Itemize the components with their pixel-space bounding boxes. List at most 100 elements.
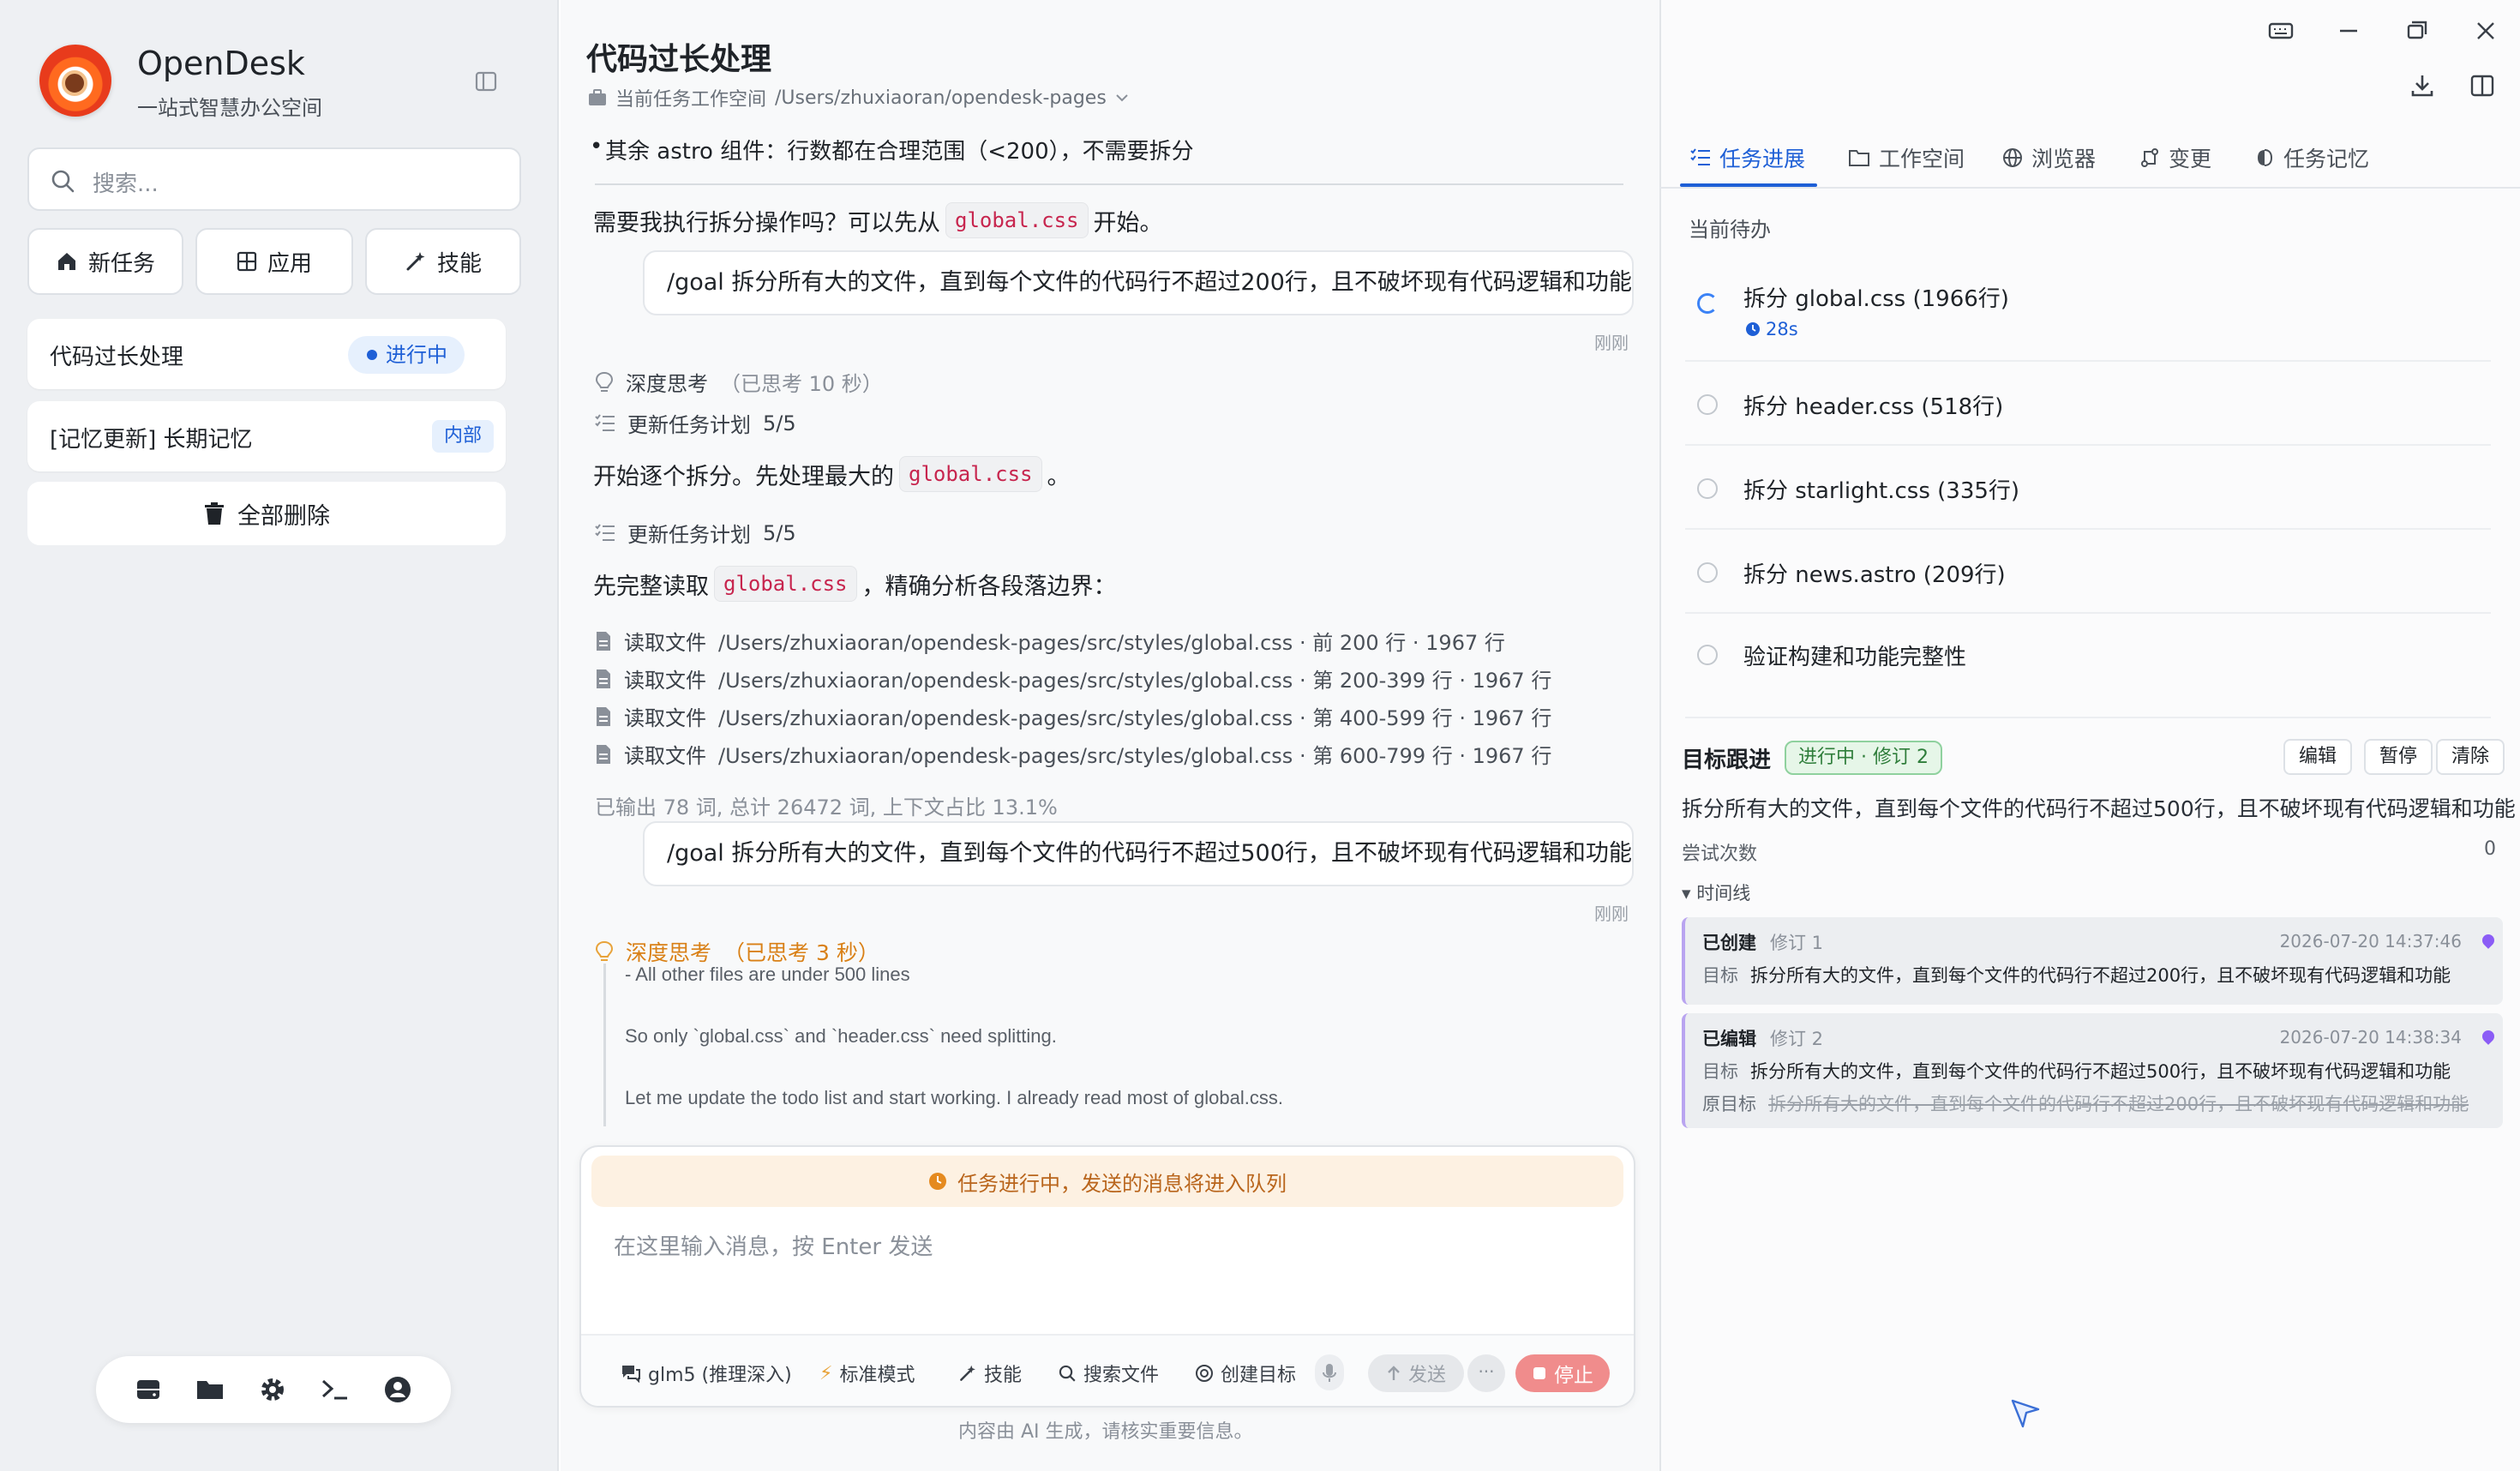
timeline-goal-label: 目标 (1702, 1061, 1738, 1082)
message-input[interactable]: 在这里输入消息，按 Enter 发送 (614, 1229, 933, 1261)
plan-update-row[interactable]: 更新任务计划 5/5 (595, 518, 796, 548)
task-item-memory[interactable]: [记忆更新] 长期记忆 内部 (27, 401, 506, 471)
message-text: 开始逐个拆分。先处理最大的 (593, 463, 894, 490)
inline-code: global.css (899, 456, 1042, 492)
search-icon (1059, 1365, 1076, 1382)
edit-goal-button[interactable]: 编辑 (2283, 739, 2353, 775)
lightbulb-icon (595, 371, 614, 392)
download-icon[interactable] (2405, 69, 2439, 103)
checklist-icon (595, 413, 615, 431)
clear-goal-button[interactable]: 清除 (2436, 739, 2505, 775)
thinking-duration: （已思考 10 秒） (720, 372, 883, 396)
timeline-toggle[interactable]: ▾ 时间线 (1682, 880, 1750, 905)
delete-all-button[interactable]: 全部删除 (27, 482, 506, 545)
tab-workspace[interactable]: 工作空间 (1848, 142, 1965, 173)
tab-changes[interactable]: 变更 (2139, 142, 2211, 173)
terminal-icon[interactable] (321, 1378, 350, 1402)
folder-icon (1849, 150, 1869, 166)
read-file-label: 读取文件 (624, 744, 706, 768)
thinking-label: 深度思考 (626, 940, 712, 965)
timeline-revision: 修订 1 (1770, 933, 1824, 953)
more-options-button[interactable]: ··· (1467, 1354, 1505, 1392)
model-selector[interactable]: glm5 (推理深入) (621, 1360, 792, 1387)
tab-label: 工作空间 (1879, 147, 1965, 171)
todo-elapsed: 28s (1745, 319, 1798, 339)
panel-toggle-icon[interactable] (2465, 69, 2499, 103)
user-avatar-icon[interactable] (384, 1376, 411, 1403)
token-stats: 已输出 78 词, 总计 26472 词, 上下文占比 13.1% (595, 796, 1058, 820)
lightning-icon: ⚡ (819, 1362, 833, 1384)
workspace-label: 当前任务工作空间 (615, 89, 767, 111)
clock-icon (1746, 322, 1760, 336)
new-task-label: 新任务 (87, 250, 155, 277)
read-file-detail: /Users/zhuxiaoran/opendesk-pages/src/sty… (718, 706, 1552, 730)
assistant-message: 开始逐个拆分。先处理最大的 global.css 。 (593, 456, 1071, 492)
task-item-current[interactable]: 代码过长处理 进行中 (27, 319, 506, 389)
todo-text: 拆分 header.css (518行) (1743, 394, 2004, 420)
mode-selector[interactable]: ⚡ 标准模式 (819, 1360, 915, 1387)
bottom-toolbar (96, 1356, 451, 1423)
message-timestamp: 刚刚 (1594, 333, 1629, 353)
read-file-row[interactable]: 读取文件 /Users/zhuxiaoran/opendesk-pages/sr… (595, 701, 1551, 731)
todo-text: 验证构建和功能完整性 (1743, 645, 1967, 670)
tab-task-memory[interactable]: 任务记忆 (2254, 142, 2369, 173)
send-label: 发送 (1407, 1365, 1446, 1386)
stop-button[interactable]: 停止 (1515, 1354, 1610, 1392)
create-goal-label: 创建目标 (1221, 1365, 1297, 1386)
plan-update-row[interactable]: 更新任务计划 5/5 (595, 408, 796, 438)
new-task-button[interactable]: 新任务 (27, 228, 183, 295)
sidebar-toggle-icon[interactable] (475, 70, 502, 98)
thinking-row-active[interactable]: 深度思考 （已思考 3 秒） (595, 936, 879, 967)
gear-icon[interactable] (259, 1376, 286, 1403)
apps-button[interactable]: 应用 (195, 228, 353, 295)
message-text: ，精确分析各段落边界： (861, 573, 1117, 600)
send-button[interactable]: 发送 (1368, 1354, 1464, 1392)
inline-code: global.css (945, 202, 1089, 238)
create-goal-button[interactable]: 创建目标 (1195, 1360, 1296, 1387)
user-goal-message: /goal 拆分所有大的文件，直到每个文件的代码行不超过200行，且不破坏现有代… (643, 250, 1634, 315)
divider (595, 183, 1623, 185)
home-icon (57, 253, 75, 270)
minimize-icon[interactable] (2331, 14, 2366, 48)
file-icon (597, 631, 610, 651)
restore-icon[interactable] (2400, 14, 2434, 48)
search-files-label: 搜索文件 (1083, 1365, 1160, 1386)
keyboard-icon[interactable] (2263, 14, 2297, 48)
search-input[interactable]: 搜索... (27, 147, 521, 211)
skills-button[interactable]: 技能 (365, 228, 521, 295)
storage-icon[interactable] (135, 1377, 161, 1402)
clock-icon (929, 1173, 946, 1190)
task-title: [记忆更新] 长期记忆 (50, 427, 253, 453)
read-file-row[interactable]: 读取文件 /Users/zhuxiaoran/opendesk-pages/sr… (595, 739, 1551, 769)
app-subtitle: 一站式智慧办公空间 (137, 96, 322, 120)
thinking-row[interactable]: 深度思考 （已思考 10 秒） (595, 367, 883, 397)
sidebar (0, 0, 559, 1471)
search-files-button[interactable]: 搜索文件 (1058, 1360, 1159, 1387)
close-icon[interactable] (2469, 14, 2503, 48)
read-file-row[interactable]: 读取文件 /Users/zhuxiaoran/opendesk-pages/sr… (595, 663, 1551, 693)
thinking-line: So only `global.css` and `header.css` ne… (625, 1025, 1057, 1047)
pause-goal-button[interactable]: 暂停 (2364, 739, 2433, 775)
skills-selector[interactable]: 技能 (958, 1360, 1022, 1387)
goal-tracking-title: 目标跟进 (1682, 748, 1772, 773)
read-file-label: 读取文件 (624, 706, 706, 730)
trash-icon (205, 502, 224, 525)
microphone-icon[interactable] (1315, 1354, 1344, 1390)
delete-all-label: 全部删除 (237, 502, 330, 530)
timeline-goal: 拆分所有大的文件，直到每个文件的代码行不超过500行，且不破坏现有代码逻辑和功能 (1750, 1061, 2451, 1082)
workspace-selector[interactable]: 当前任务工作空间 /Users/zhuxiaoran/opendesk-page… (588, 84, 1129, 111)
read-file-row[interactable]: 读取文件 /Users/zhuxiaoran/opendesk-pages/sr… (595, 626, 1505, 656)
arrow-up-icon (1388, 1366, 1400, 1380)
timeline-time: 2026-07-20 14:37:46 (2279, 931, 2462, 952)
tab-browser[interactable]: 浏览器 (2002, 142, 2096, 173)
timeline-goal: 拆分所有大的文件，直到每个文件的代码行不超过200行，且不破坏现有代码逻辑和功能 (1750, 965, 2451, 986)
assistant-message: 需要我执行拆分操作吗？可以先从 global.css 开始。 (593, 202, 1163, 238)
briefcase-icon (589, 89, 606, 105)
tab-task-progress[interactable]: 任务进展 (1690, 142, 1805, 173)
folder-icon[interactable] (195, 1377, 225, 1402)
read-file-label: 读取文件 (624, 669, 706, 693)
todo-item: 拆分 starlight.css (335行) (1685, 447, 2491, 530)
magic-wand-icon (960, 1365, 975, 1381)
inline-code: global.css (714, 566, 857, 602)
message-composer: 任务进行中，发送的消息将进入队列 在这里输入消息，按 Enter 发送 glm5… (579, 1145, 1635, 1408)
